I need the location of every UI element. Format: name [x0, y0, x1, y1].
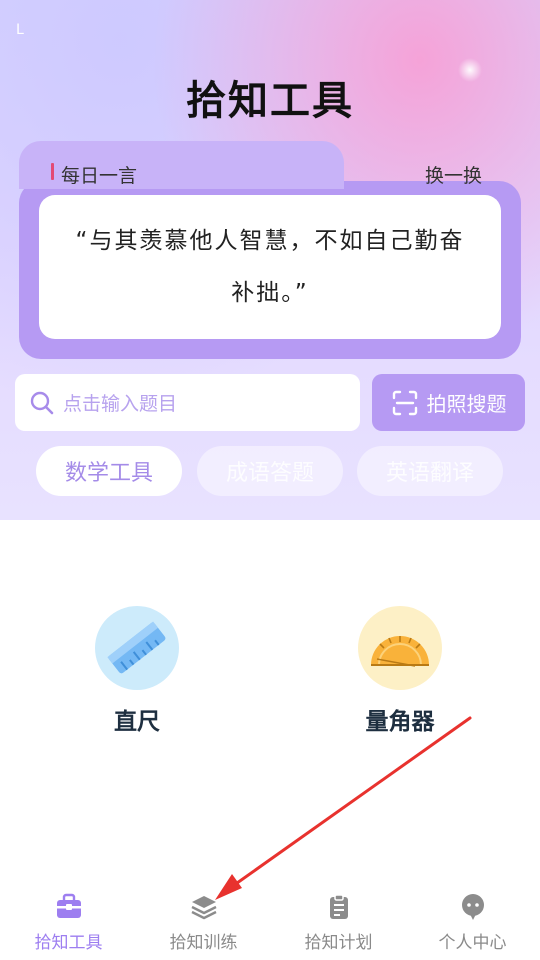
- quote-body: “与其羡慕他人智慧，不如自己勤奋补拙。”: [39, 195, 501, 339]
- protractor-tool[interactable]: 量角器: [340, 606, 460, 736]
- bottom-tab-bar: 拾知工具 拾知训练 拾知计划 个人中心: [0, 884, 540, 960]
- toolbox-icon: [56, 893, 81, 918]
- daily-quote-card: 每日一言 换一换 “与其羡慕他人智慧，不如自己勤奋补拙。”: [19, 141, 521, 359]
- search-input[interactable]: 点击输入题目: [15, 374, 360, 431]
- tab-idiom-quiz[interactable]: 成语答题: [197, 446, 343, 496]
- quote-text: “与其羡慕他人智慧，不如自己勤奋补拙。”: [75, 228, 465, 306]
- tab-tools[interactable]: 拾知工具: [1, 892, 136, 953]
- protractor-icon: [358, 606, 442, 690]
- refresh-quote-button[interactable]: 换一换: [425, 161, 482, 188]
- search-placeholder: 点击输入题目: [63, 393, 178, 415]
- status-indicator: L: [16, 22, 24, 38]
- scan-icon: [392, 390, 417, 415]
- tab-plan[interactable]: 拾知计划: [271, 892, 406, 953]
- photo-search-button[interactable]: 拍照搜题: [372, 374, 525, 431]
- tab-profile[interactable]: 个人中心: [405, 892, 540, 953]
- clipboard-icon: [329, 894, 348, 919]
- layers-icon: [190, 896, 217, 920]
- tab-math-tools[interactable]: 数学工具: [36, 446, 182, 496]
- tab-profile-label: 个人中心: [438, 933, 507, 953]
- search-icon: [30, 391, 54, 414]
- tab-training[interactable]: 拾知训练: [136, 892, 271, 953]
- tab-tools-label: 拾知工具: [34, 933, 103, 953]
- protractor-label: 量角器: [365, 709, 435, 735]
- ruler-tool[interactable]: 直尺: [77, 606, 197, 736]
- photo-search-label: 拍照搜题: [426, 392, 507, 416]
- tab-english-translate[interactable]: 英语翻译: [357, 446, 503, 496]
- tab-plan-label: 拾知计划: [304, 933, 373, 953]
- tab-training-label: 拾知训练: [169, 933, 238, 953]
- ruler-icon: [95, 606, 179, 690]
- page-title: 拾知工具: [186, 78, 354, 124]
- chat-bubble-icon: [461, 894, 484, 920]
- ruler-label: 直尺: [114, 709, 160, 735]
- daily-quote-label: 每日一言: [61, 165, 138, 187]
